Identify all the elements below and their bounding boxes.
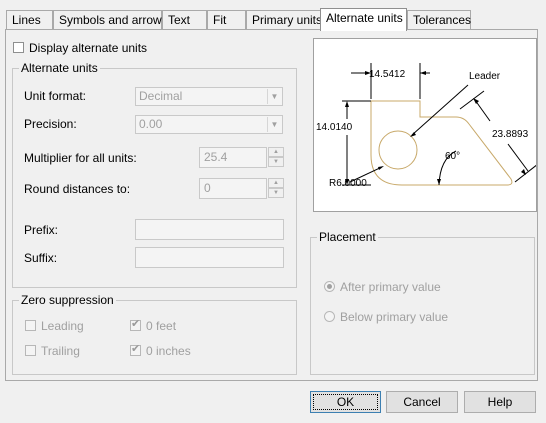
multiplier-stepper[interactable]: ▲ ▼: [268, 147, 284, 168]
cancel-button[interactable]: Cancel: [386, 391, 458, 413]
placement-group: Placement: [310, 230, 535, 375]
part-outline: [370, 100, 513, 186]
multiplier-input[interactable]: 25.4: [199, 147, 267, 168]
display-alternate-units-checkbox[interactable]: [13, 42, 24, 53]
alternate-units-title: Alternate units: [19, 61, 100, 75]
preview-drawing: 14.5412 Leader 14.0140 23.8893 60° R6.00…: [316, 63, 539, 189]
placement-title: Placement: [317, 230, 378, 244]
zero-inches-label[interactable]: 0 inches: [146, 344, 191, 358]
zero-feet-label[interactable]: 0 feet: [146, 319, 176, 333]
multiplier-label: Multiplier for all units:: [24, 151, 137, 165]
focus-rect: [313, 394, 378, 410]
dimension-preview: 14.5412 Leader 14.0140 23.8893 60° R6.00…: [313, 38, 539, 212]
checkmark-icon: ✔: [131, 343, 141, 355]
tab-fit[interactable]: Fit: [207, 10, 246, 29]
tab-primary-units[interactable]: Primary units: [246, 10, 322, 29]
after-primary-radio[interactable]: [324, 281, 335, 292]
suffix-input[interactable]: [135, 247, 284, 268]
unit-format-label: Unit format:: [24, 89, 87, 103]
help-button[interactable]: Help: [464, 391, 536, 413]
suffix-label: Suffix:: [24, 251, 58, 265]
trailing-label[interactable]: Trailing: [41, 344, 80, 358]
spin-up-icon[interactable]: ▲: [268, 147, 284, 157]
dim-right-text: 23.8893: [492, 129, 529, 140]
prefix-input[interactable]: [135, 219, 284, 240]
leading-checkbox[interactable]: [25, 320, 36, 331]
chevron-down-icon: ▼: [267, 117, 281, 132]
radio-dot-icon: [327, 284, 332, 289]
zero-suppression-title: Zero suppression: [19, 293, 116, 307]
tab-text[interactable]: Text: [162, 10, 207, 29]
round-distances-stepper[interactable]: ▲ ▼: [268, 178, 284, 199]
dim-left-text: 14.0140: [316, 122, 353, 133]
checkmark-icon: ✔: [131, 318, 141, 330]
leader-text: Leader: [469, 71, 501, 82]
zero-inches-checkbox[interactable]: ✔: [130, 343, 141, 356]
spin-down-icon[interactable]: ▼: [268, 157, 284, 167]
tab-tolerances[interactable]: Tolerances: [407, 10, 471, 29]
precision-select[interactable]: 0.00 ▼: [135, 115, 283, 134]
dim-top-text: 14.5412: [369, 69, 406, 80]
precision-label: Precision:: [24, 117, 77, 131]
tab-symbols-and-arrows[interactable]: Symbols and arrows: [53, 10, 168, 29]
spin-up-icon[interactable]: ▲: [268, 178, 284, 188]
below-primary-label[interactable]: Below primary value: [340, 310, 448, 324]
radius-text: R6.0000: [329, 178, 367, 189]
display-alternate-units-label[interactable]: Display alternate units: [29, 41, 147, 55]
zero-suppression-group: Zero suppression: [12, 293, 297, 375]
angle-text: 60°: [445, 151, 460, 162]
tab-strip: Lines Symbols and arrows Text Fit Primar…: [6, 8, 542, 31]
zero-feet-checkbox[interactable]: ✔: [130, 318, 141, 331]
after-primary-label[interactable]: After primary value: [340, 280, 441, 294]
hole-circle: [378, 130, 418, 170]
tab-lines[interactable]: Lines: [6, 10, 53, 29]
round-distances-label: Round distances to:: [24, 182, 131, 196]
leading-label[interactable]: Leading: [41, 319, 84, 333]
spin-down-icon[interactable]: ▼: [268, 188, 284, 198]
round-distances-input[interactable]: 0: [199, 178, 267, 199]
ok-button[interactable]: OK: [310, 391, 381, 413]
unit-format-select[interactable]: Decimal ▼: [135, 87, 283, 106]
trailing-checkbox[interactable]: [25, 345, 36, 356]
tab-alternate-units[interactable]: Alternate units: [320, 8, 407, 31]
chevron-down-icon: ▼: [267, 89, 281, 104]
prefix-label: Prefix:: [24, 223, 59, 237]
below-primary-radio[interactable]: [324, 311, 335, 322]
